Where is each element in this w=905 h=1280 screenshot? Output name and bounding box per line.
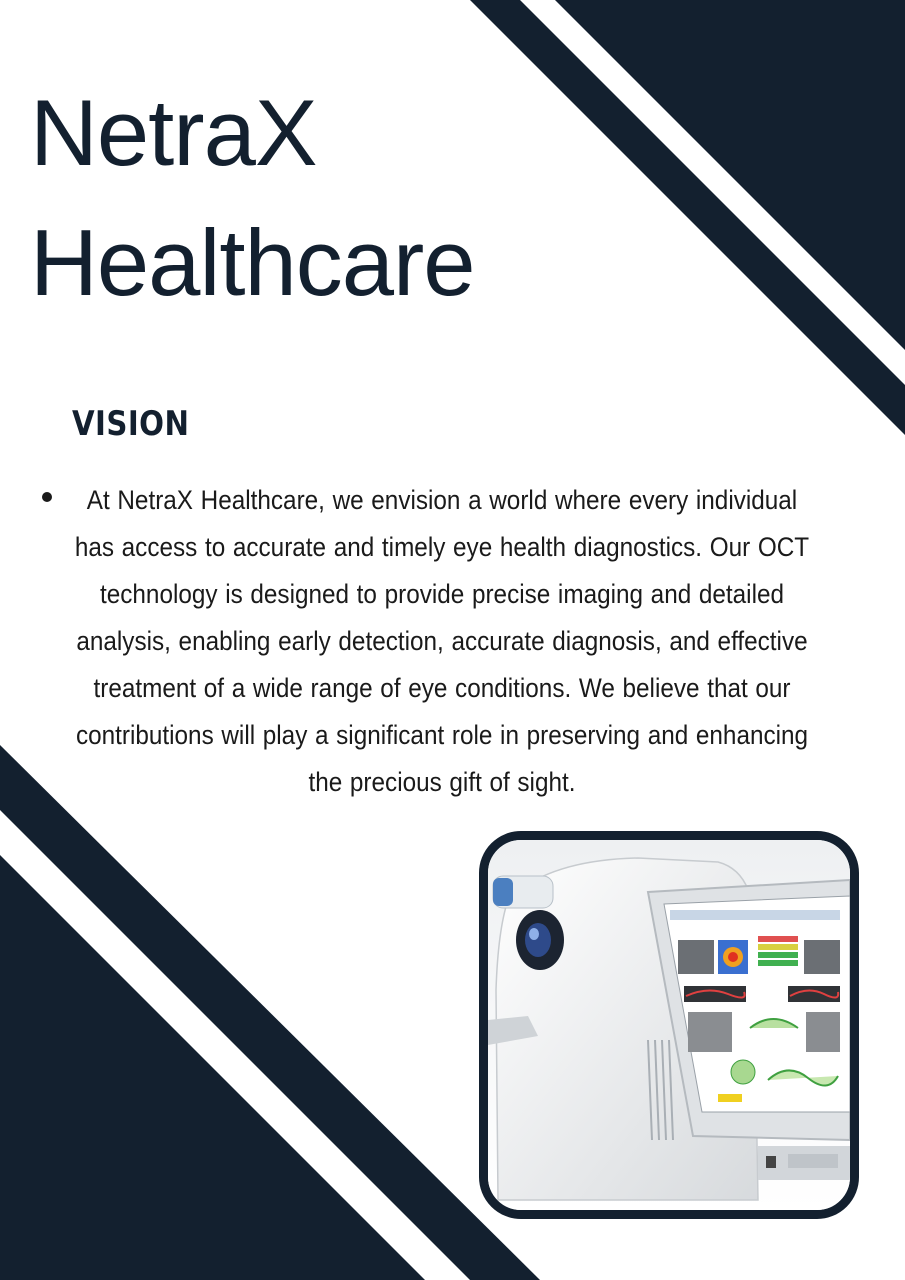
top-right-corner: [555, 0, 905, 350]
oct-device-illustration: [488, 840, 850, 1210]
vision-paragraph: At NetraX Healthcare, we envision a worl…: [74, 485, 810, 797]
bullet-icon: [42, 492, 52, 502]
title-line-1: NetraX: [30, 80, 318, 185]
title-line-2: Healthcare: [30, 210, 476, 315]
section-heading-vision: VISION: [72, 404, 190, 444]
oct-device-image: [479, 831, 859, 1219]
bottom-left-corner: [0, 855, 425, 1280]
page-title: NetraX Healthcare: [30, 68, 476, 328]
